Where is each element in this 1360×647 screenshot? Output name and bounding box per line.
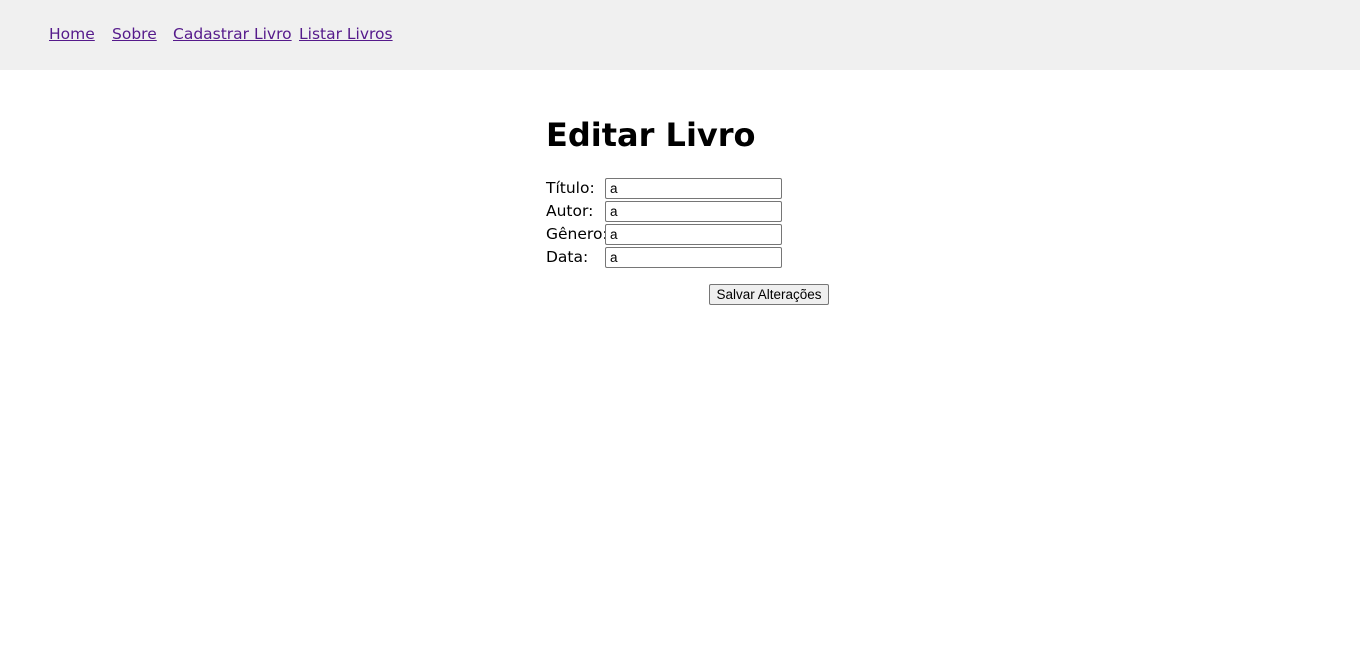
nav-link-listar-livros[interactable]: Listar Livros bbox=[299, 24, 393, 44]
genero-input[interactable] bbox=[605, 224, 782, 245]
nav-link-sobre[interactable]: Sobre bbox=[112, 24, 157, 44]
titulo-input[interactable] bbox=[605, 178, 782, 199]
page-title: Editar Livro bbox=[546, 116, 756, 154]
autor-input[interactable] bbox=[605, 201, 782, 222]
nav-link-home[interactable]: Home bbox=[49, 24, 95, 44]
data-input[interactable] bbox=[605, 247, 782, 268]
autor-label: Autor: bbox=[546, 202, 594, 220]
save-changes-button[interactable]: Salvar Alterações bbox=[709, 284, 829, 305]
data-label: Data: bbox=[546, 248, 589, 266]
genero-label: Gênero: bbox=[546, 225, 608, 243]
top-navigation: Home Sobre Cadastrar Livro Listar Livros bbox=[0, 0, 1360, 70]
titulo-label: Título: bbox=[546, 179, 595, 197]
nav-link-cadastrar-livro[interactable]: Cadastrar Livro bbox=[173, 24, 292, 44]
